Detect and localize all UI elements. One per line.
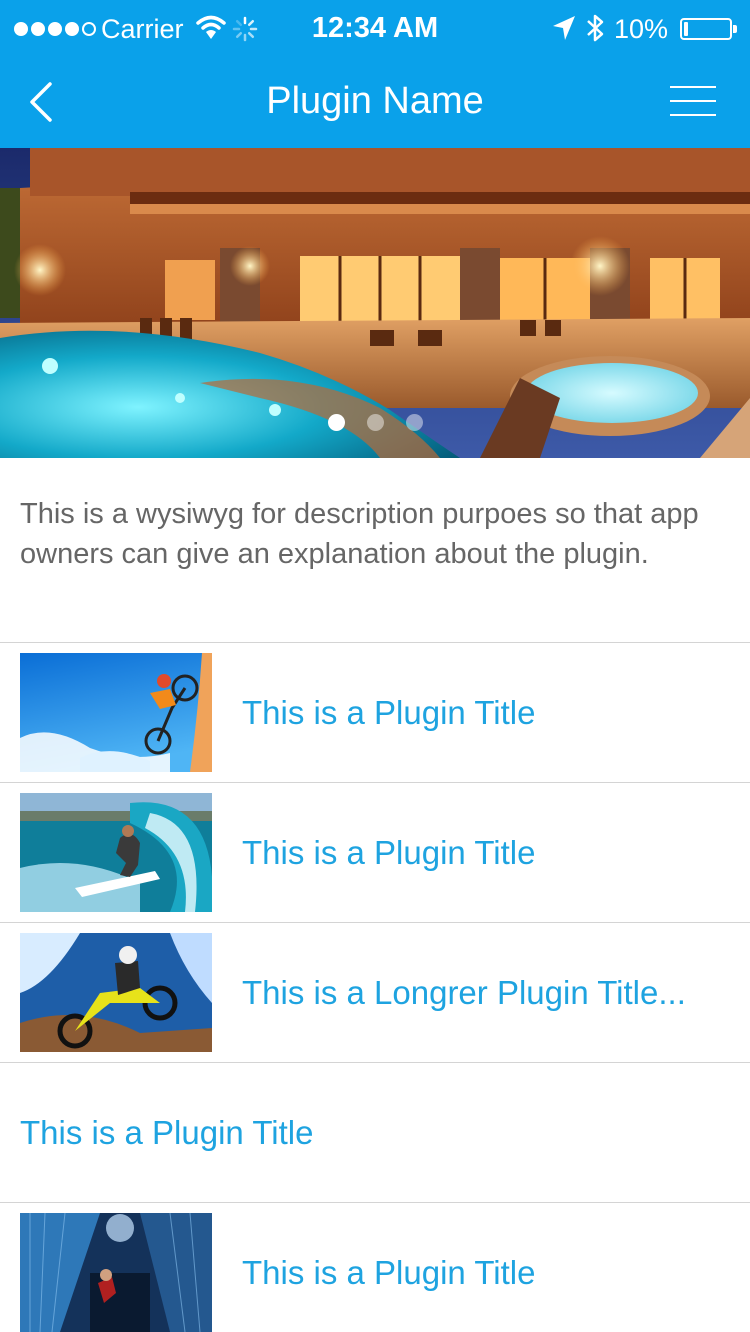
list-item-title: This is a Longrer Plugin Title... — [242, 974, 686, 1011]
status-bar: Carrier 12:34 AM 10% — [0, 0, 750, 58]
battery-icon — [680, 18, 737, 40]
plugin-description: This is a wysiwyg for description purpoe… — [20, 498, 699, 570]
motocross-photo-image — [20, 933, 212, 1052]
page-title: Plugin Name — [266, 80, 484, 122]
list-item-thumbnail — [20, 933, 212, 1052]
hamburger-menu-icon — [670, 86, 716, 88]
list-item-title: This is a Plugin Title — [242, 834, 536, 871]
battery-percentage: 10% — [614, 14, 669, 44]
list-item-1[interactable]: This is a Plugin Title — [0, 643, 750, 783]
list-item-title: This is a Plugin Title — [242, 1254, 536, 1291]
list-item-thumbnail — [20, 793, 212, 912]
plugin-list: This is a Plugin Title This is a Plugin … — [0, 642, 750, 1332]
surfing-photo-image — [20, 793, 212, 912]
list-item-2[interactable]: This is a Plugin Title — [0, 783, 750, 923]
battery-level — [684, 22, 688, 36]
list-item-title: This is a Plugin Title — [20, 1114, 314, 1151]
list-item-5[interactable]: This is a Plugin Title — [0, 1203, 750, 1332]
hero-image — [0, 148, 750, 458]
navigation-bar: Plugin Name — [0, 58, 750, 148]
list-item-4[interactable]: This is a Plugin Title — [0, 1063, 750, 1203]
bluetooth-icon — [587, 14, 604, 42]
list-item-thumbnail — [20, 1213, 212, 1332]
list-item-title: This is a Plugin Title — [242, 694, 536, 731]
menu-button[interactable] — [670, 86, 718, 118]
carousel-page-dot-3[interactable] — [405, 414, 423, 431]
carousel-pager — [0, 414, 750, 431]
location-arrow-icon — [553, 16, 575, 40]
hero-carousel[interactable] — [0, 148, 750, 458]
carousel-page-dot-1[interactable] — [327, 414, 345, 431]
carousel-page-dot-2[interactable] — [366, 414, 384, 431]
bmx-photo-image — [20, 653, 212, 772]
skyscraper-photo-image — [20, 1213, 212, 1332]
list-item-thumbnail — [20, 653, 212, 772]
list-item-3[interactable]: This is a Longrer Plugin Title... — [0, 923, 750, 1063]
app-header: Carrier 12:34 AM 10% Plugin Name — [0, 0, 750, 148]
